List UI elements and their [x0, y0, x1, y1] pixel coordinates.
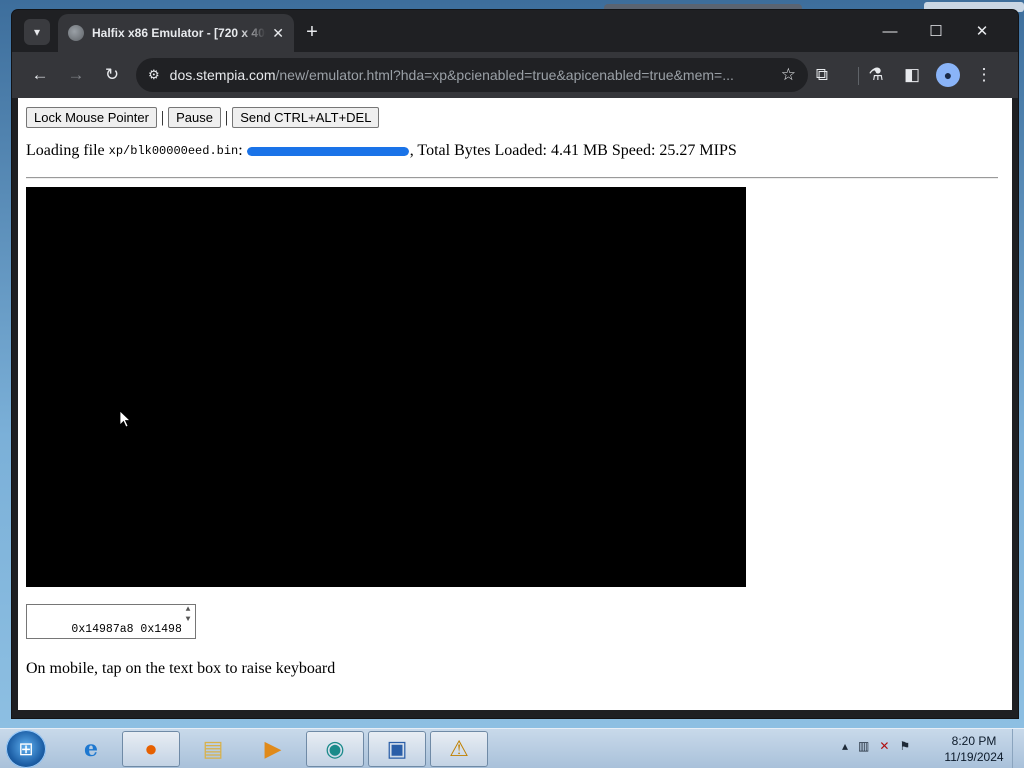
url-path: /new/emulator.html?hda=xp&pcienabled=tru… — [275, 67, 734, 83]
maximize-button[interactable]: ☐ — [916, 18, 956, 44]
taskbar: ⊞ e ● ▤ ▶ ◉ ▣ ⚠ ▴ ▥ ✕ ⚑ 8:20 PM 11/19/20… — [0, 728, 1024, 768]
clock-date: 11/19/2024 — [944, 750, 1004, 764]
system-tray: ▴ ▥ ✕ ⚑ — [842, 739, 910, 753]
pause-button[interactable]: Pause — [168, 107, 221, 128]
tab-title: Halfix x86 Emulator - [720 x 400] — [92, 26, 267, 40]
horizontal-rule — [26, 177, 998, 179]
emulator-controls: Lock Mouse Pointer | Pause | Send CTRL+A… — [26, 107, 380, 128]
loading-file-name: xp/blk00000eed.bin — [108, 144, 239, 158]
emulator-screen[interactable] — [26, 187, 746, 587]
browser-window: ▾ Halfix x86 Emulator - [720 x 400] ✕ + … — [12, 10, 1018, 718]
extensions-icon[interactable]: ⧉ — [808, 61, 836, 89]
ctrl-alt-del-button[interactable]: Send CTRL+ALT+DEL — [232, 107, 380, 128]
loading-progress-bar — [246, 146, 409, 156]
loading-prefix: Loading file — [26, 142, 105, 159]
network-icon[interactable]: ▥ — [858, 739, 869, 753]
lock-mouse-button[interactable]: Lock Mouse Pointer — [26, 107, 157, 128]
back-arrow-icon[interactable]: ← — [26, 61, 54, 89]
chrome-app-icon[interactable]: ◉ — [306, 731, 364, 767]
side-panel-icon[interactable]: ◧ — [898, 61, 926, 89]
url-host: dos.stempia.com — [169, 67, 276, 83]
log-textbox[interactable]: 0x14987a8 0x1498798 Initializing disk 0 … — [26, 604, 196, 639]
separator: | — [160, 108, 165, 126]
speed-readout: Speed: 25.27 MIPS — [611, 142, 737, 159]
show-desktop-button[interactable] — [1012, 729, 1024, 768]
close-window-button[interactable]: ✕ — [962, 18, 1002, 44]
reload-icon[interactable]: ↻ — [98, 61, 126, 89]
separator: | — [224, 108, 229, 126]
clock-time: 8:20 PM — [951, 734, 997, 748]
minimize-button[interactable]: — — [870, 18, 910, 44]
action-center-flag-icon[interactable]: ⚑ — [899, 739, 910, 753]
mouse-cursor-icon — [119, 410, 131, 428]
start-button[interactable]: ⊞ — [6, 730, 46, 768]
volume-muted-icon[interactable]: ✕ — [879, 739, 889, 753]
profile-avatar-icon[interactable]: ● — [936, 63, 960, 87]
tab-bar: ▾ Halfix x86 Emulator - [720 x 400] ✕ + … — [12, 10, 1018, 52]
labs-flask-icon[interactable]: ⚗ — [862, 61, 890, 89]
globe-icon — [68, 25, 84, 41]
emulator-page: Lock Mouse Pointer | Pause | Send CTRL+A… — [18, 98, 1012, 710]
firefox-icon[interactable]: ● — [122, 731, 180, 767]
toolbar-divider — [858, 67, 859, 85]
internet-explorer-icon[interactable]: e — [62, 731, 120, 767]
media-player-icon[interactable]: ▶ — [244, 731, 302, 767]
progress-fill — [246, 146, 409, 156]
site-info-icon[interactable]: ⚙ — [148, 67, 160, 83]
close-icon[interactable]: ✕ — [272, 25, 284, 42]
clock[interactable]: 8:20 PM 11/19/2024 — [940, 733, 1008, 765]
log-text: 0x14987a8 0x1498798 Initializing disk 0 — [71, 623, 195, 636]
file-explorer-icon[interactable]: ▤ — [184, 731, 242, 767]
loading-file-suffix: : — [238, 142, 243, 159]
new-tab-button[interactable]: + — [300, 20, 324, 44]
mobile-note: On mobile, tap on the text box to raise … — [26, 660, 336, 677]
show-hidden-icons-icon[interactable]: ▴ — [842, 739, 848, 753]
window-app-icon[interactable]: ▣ — [368, 731, 426, 767]
browser-toolbar: ← → ↻ ⚙ dos.stempia.com /new/emulator.ht… — [12, 52, 1018, 98]
total-bytes-loaded: , Total Bytes Loaded: 4.41 MB — [409, 142, 608, 159]
bookmark-star-icon[interactable]: ☆ — [781, 65, 796, 85]
log-scrollbar[interactable]: ▲ ▼ — [181, 605, 195, 638]
loading-status: Loading file xp/blk00000eed.bin: , Total… — [26, 142, 737, 160]
active-tab[interactable]: Halfix x86 Emulator - [720 x 400] ✕ — [58, 14, 294, 52]
address-bar[interactable]: ⚙ dos.stempia.com /new/emulator.html?hda… — [136, 58, 808, 92]
tab-search-button[interactable]: ▾ — [24, 19, 50, 45]
menu-kebab-icon[interactable]: ⋮ — [970, 61, 998, 89]
warning-app-icon[interactable]: ⚠ — [430, 731, 488, 767]
forward-arrow-icon[interactable]: → — [62, 61, 90, 89]
